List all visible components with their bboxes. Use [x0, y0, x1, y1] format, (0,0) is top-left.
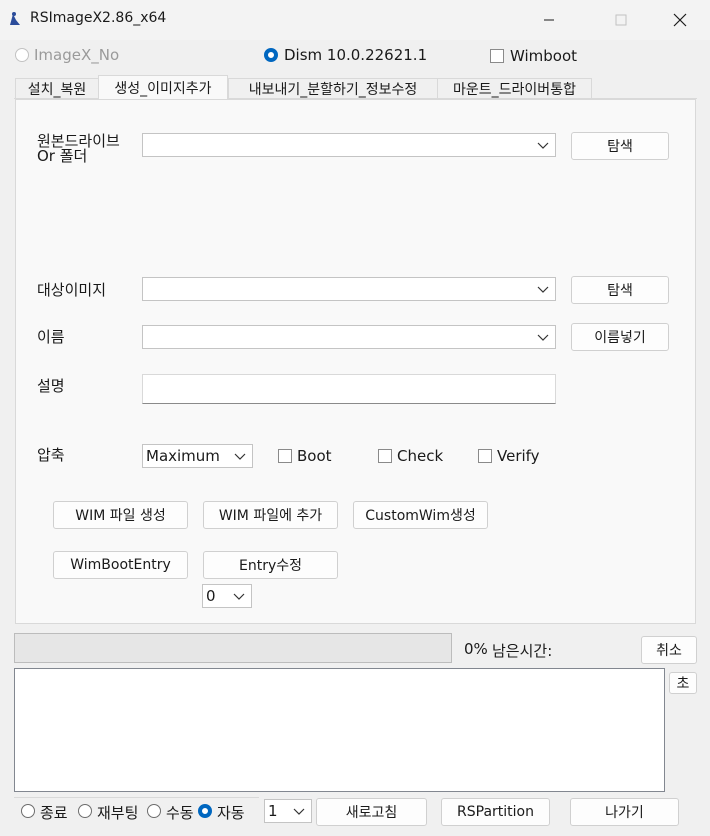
option-reboot-radio[interactable] — [78, 804, 92, 818]
chevron-down-icon — [293, 808, 305, 815]
check-label: Check — [397, 447, 444, 465]
source-browse-button[interactable]: 탐색 — [571, 132, 669, 160]
target-combo[interactable] — [142, 277, 556, 301]
boot-checkbox[interactable] — [278, 449, 292, 463]
imagex-label: ImageX_No — [34, 46, 120, 64]
compression-value: Maximum — [146, 447, 220, 465]
progress-bar — [14, 633, 452, 663]
compression-select[interactable]: Maximum — [142, 444, 253, 468]
imagex-radio[interactable] — [15, 48, 29, 62]
wimboot-checkbox[interactable] — [490, 49, 504, 63]
wimboot-label: Wimboot — [510, 47, 578, 65]
name-label: 이름 — [37, 328, 65, 346]
log-output[interactable] — [14, 668, 665, 792]
verify-label: Verify — [497, 447, 540, 465]
option-reboot-label: 재부팅 — [97, 804, 139, 822]
wimboot-entry-button[interactable]: WimBootEntry — [53, 551, 188, 579]
title-bar: RSImageX2.86_x64 — [0, 0, 710, 40]
create-image-panel — [15, 99, 696, 624]
tab-mount-driver[interactable]: 마운트_드라이버통합 — [437, 78, 592, 98]
append-wim-button[interactable]: WIM 파일에 추가 — [203, 501, 338, 529]
option-auto-radio[interactable] — [198, 804, 212, 818]
minimize-icon — [544, 19, 554, 21]
option-manual-radio[interactable] — [147, 804, 161, 818]
footer-divider — [14, 797, 259, 798]
chevron-down-icon — [233, 593, 245, 600]
chevron-down-icon — [537, 334, 549, 341]
tab-export-split-info[interactable]: 내보내기_분할하기_정보수정 — [228, 78, 438, 98]
chevron-down-icon — [537, 142, 549, 149]
source-label: 원본드라이브 Or 폴더 — [37, 134, 120, 164]
refresh-button[interactable]: 새로고침 — [316, 798, 427, 826]
source-label-line2: Or 폴더 — [37, 147, 88, 165]
count-select[interactable]: 1 — [264, 799, 312, 823]
entry-index-value: 0 — [206, 587, 216, 605]
dism-radio[interactable] — [264, 48, 278, 62]
count-value: 1 — [268, 802, 278, 820]
progress-percent: 0% — [464, 640, 488, 658]
minimize-button[interactable] — [526, 0, 572, 40]
app-logo-icon — [10, 12, 20, 25]
target-label: 대상이미지 — [37, 281, 107, 299]
boot-label: Boot — [297, 447, 332, 465]
window-title: RSImageX2.86_x64 — [30, 10, 167, 26]
chevron-down-icon — [234, 453, 246, 460]
close-button[interactable] — [657, 0, 703, 40]
entry-edit-button[interactable]: Entry수정 — [203, 551, 338, 579]
target-browse-button[interactable]: 탐색 — [571, 276, 669, 304]
source-combo[interactable] — [142, 133, 556, 157]
description-input[interactable] — [142, 374, 556, 404]
cancel-button[interactable]: 취소 — [641, 636, 697, 664]
app-window: RSImageX2.86_x64 ImageX_No Dism 10.0.226… — [0, 0, 710, 836]
tab-install-restore[interactable]: 설치_복원 — [15, 78, 99, 98]
create-wim-button[interactable]: WIM 파일 생성 — [53, 501, 188, 529]
maximize-button[interactable] — [598, 0, 644, 40]
verify-checkbox[interactable] — [478, 449, 492, 463]
name-combo[interactable] — [142, 325, 556, 349]
exit-button[interactable]: 나가기 — [570, 798, 679, 826]
insert-name-button[interactable]: 이름넣기 — [571, 323, 669, 351]
maximize-icon — [615, 14, 627, 26]
remaining-time-label: 남은시간: — [492, 642, 553, 660]
entry-index-select[interactable]: 0 — [202, 584, 252, 608]
seconds-button[interactable]: 초 — [669, 672, 697, 694]
option-manual-label: 수동 — [166, 804, 194, 822]
option-exit-radio[interactable] — [21, 804, 35, 818]
close-icon — [673, 13, 687, 27]
description-label: 설명 — [37, 377, 65, 395]
compression-label: 압축 — [37, 446, 65, 464]
chevron-down-icon — [537, 286, 549, 293]
option-exit-label: 종료 — [40, 804, 68, 822]
option-auto-label: 자동 — [217, 804, 245, 822]
dism-label: Dism 10.0.22621.1 — [284, 46, 428, 64]
tab-create-append[interactable]: 생성_이미지추가 — [98, 75, 228, 99]
custom-wim-button[interactable]: CustomWim생성 — [353, 501, 488, 529]
rspartition-button[interactable]: RSPartition — [441, 798, 550, 826]
check-checkbox[interactable] — [378, 449, 392, 463]
